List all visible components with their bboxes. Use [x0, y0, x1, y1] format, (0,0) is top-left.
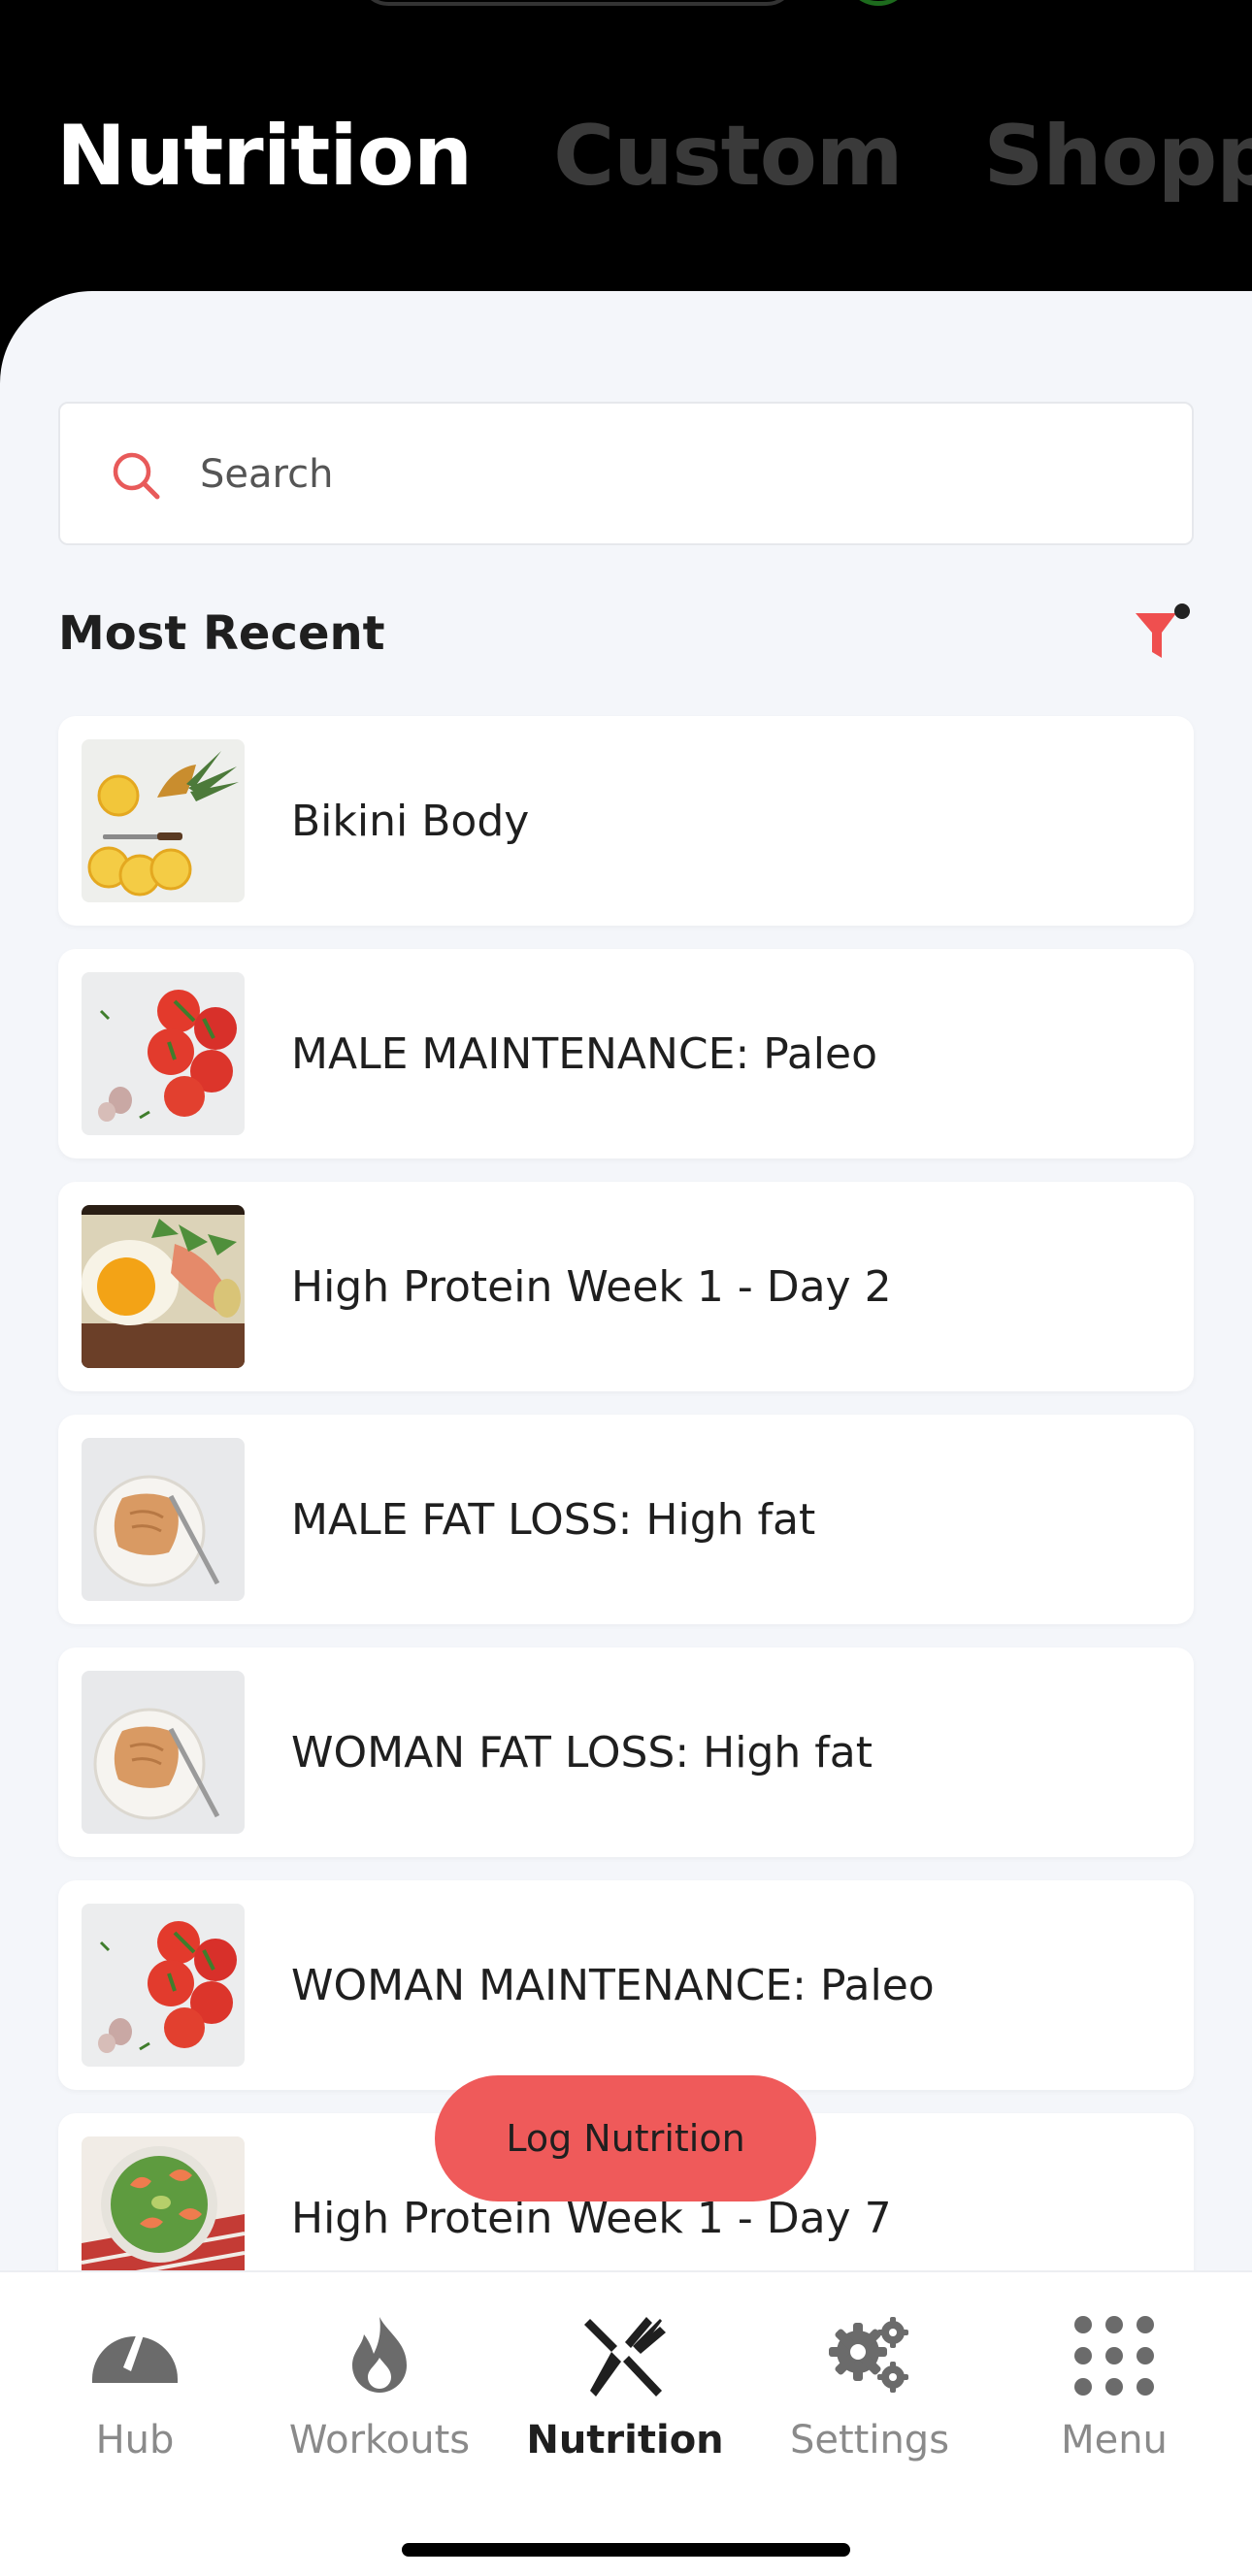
grid-dots-icon: [1074, 2316, 1154, 2396]
tab-nutrition-nav[interactable]: Nutrition: [509, 2298, 741, 2492]
search-input[interactable]: [200, 442, 1132, 506]
list-item[interactable]: Bikini Body: [58, 716, 1194, 926]
tab-label: Settings: [789, 2418, 950, 2462]
thumbnail-pineapple: [82, 739, 245, 902]
search-bar[interactable]: [58, 402, 1194, 545]
list-item[interactable]: High Protein Week 1 - Day 2: [58, 1182, 1194, 1391]
status-notch: [359, 0, 796, 6]
fork-knife-icon: [584, 2317, 666, 2397]
list-item[interactable]: MALE FAT LOSS: High fat: [58, 1415, 1194, 1624]
search-icon: [113, 452, 160, 500]
tab-menu[interactable]: Menu: [998, 2298, 1231, 2492]
tab-label: Menu: [1061, 2418, 1168, 2462]
thumbnail-shrimp-salad: [82, 2136, 245, 2270]
gauge-icon: [92, 2329, 178, 2383]
tab-workouts[interactable]: Workouts: [263, 2298, 496, 2492]
tab-custom[interactable]: Custom: [553, 114, 903, 198]
plan-title: WOMAN MAINTENANCE: Paleo: [291, 1960, 935, 2010]
home-indicator[interactable]: [402, 2543, 850, 2557]
tab-label: Hub: [95, 2418, 175, 2462]
flame-icon: [352, 2317, 407, 2393]
gears-icon: [829, 2317, 908, 2393]
tab-shopping[interactable]: Shoppin: [983, 114, 1252, 198]
tab-settings[interactable]: Settings: [753, 2298, 986, 2492]
list-item[interactable]: WOMAN MAINTENANCE: Paleo: [58, 1880, 1194, 2090]
list-item[interactable]: MALE MAINTENANCE: Paleo: [58, 949, 1194, 1158]
plan-title: Bikini Body: [291, 796, 530, 846]
plan-title: WOMAN FAT LOSS: High fat: [291, 1727, 873, 1777]
list-item[interactable]: WOMAN FAT LOSS: High fat: [58, 1647, 1194, 1857]
log-nutrition-button[interactable]: Log Nutrition: [435, 2075, 816, 2201]
thumbnail-nut-butter-toast: [82, 1438, 245, 1601]
section-title: Most Recent: [58, 606, 385, 661]
top-tabs: Nutrition Custom Shoppin: [56, 114, 1252, 198]
plan-title: MALE MAINTENANCE: Paleo: [291, 1028, 877, 1079]
thumbnail-nut-butter-toast: [82, 1671, 245, 1834]
tab-nutrition[interactable]: Nutrition: [56, 114, 473, 198]
thumbnail-tomatoes: [82, 972, 245, 1135]
thumbnail-tomatoes: [82, 1904, 245, 2067]
tab-hub[interactable]: Hub: [18, 2298, 251, 2492]
thumbnail-egg-toast: [82, 1205, 245, 1368]
tab-label: Workouts: [288, 2418, 471, 2462]
tab-label: Nutrition: [526, 2418, 724, 2462]
plan-title: High Protein Week 1 - Day 2: [291, 1261, 892, 1312]
bottom-tab-bar: Hub Workouts Nutrition Settings Menu: [0, 2270, 1252, 2576]
plan-title: MALE FAT LOSS: High fat: [291, 1494, 816, 1545]
content-sheet: Most Recent Bikini Body: [0, 291, 1252, 2270]
filter-icon[interactable]: [1132, 602, 1194, 664]
status-indicator: [844, 0, 912, 6]
